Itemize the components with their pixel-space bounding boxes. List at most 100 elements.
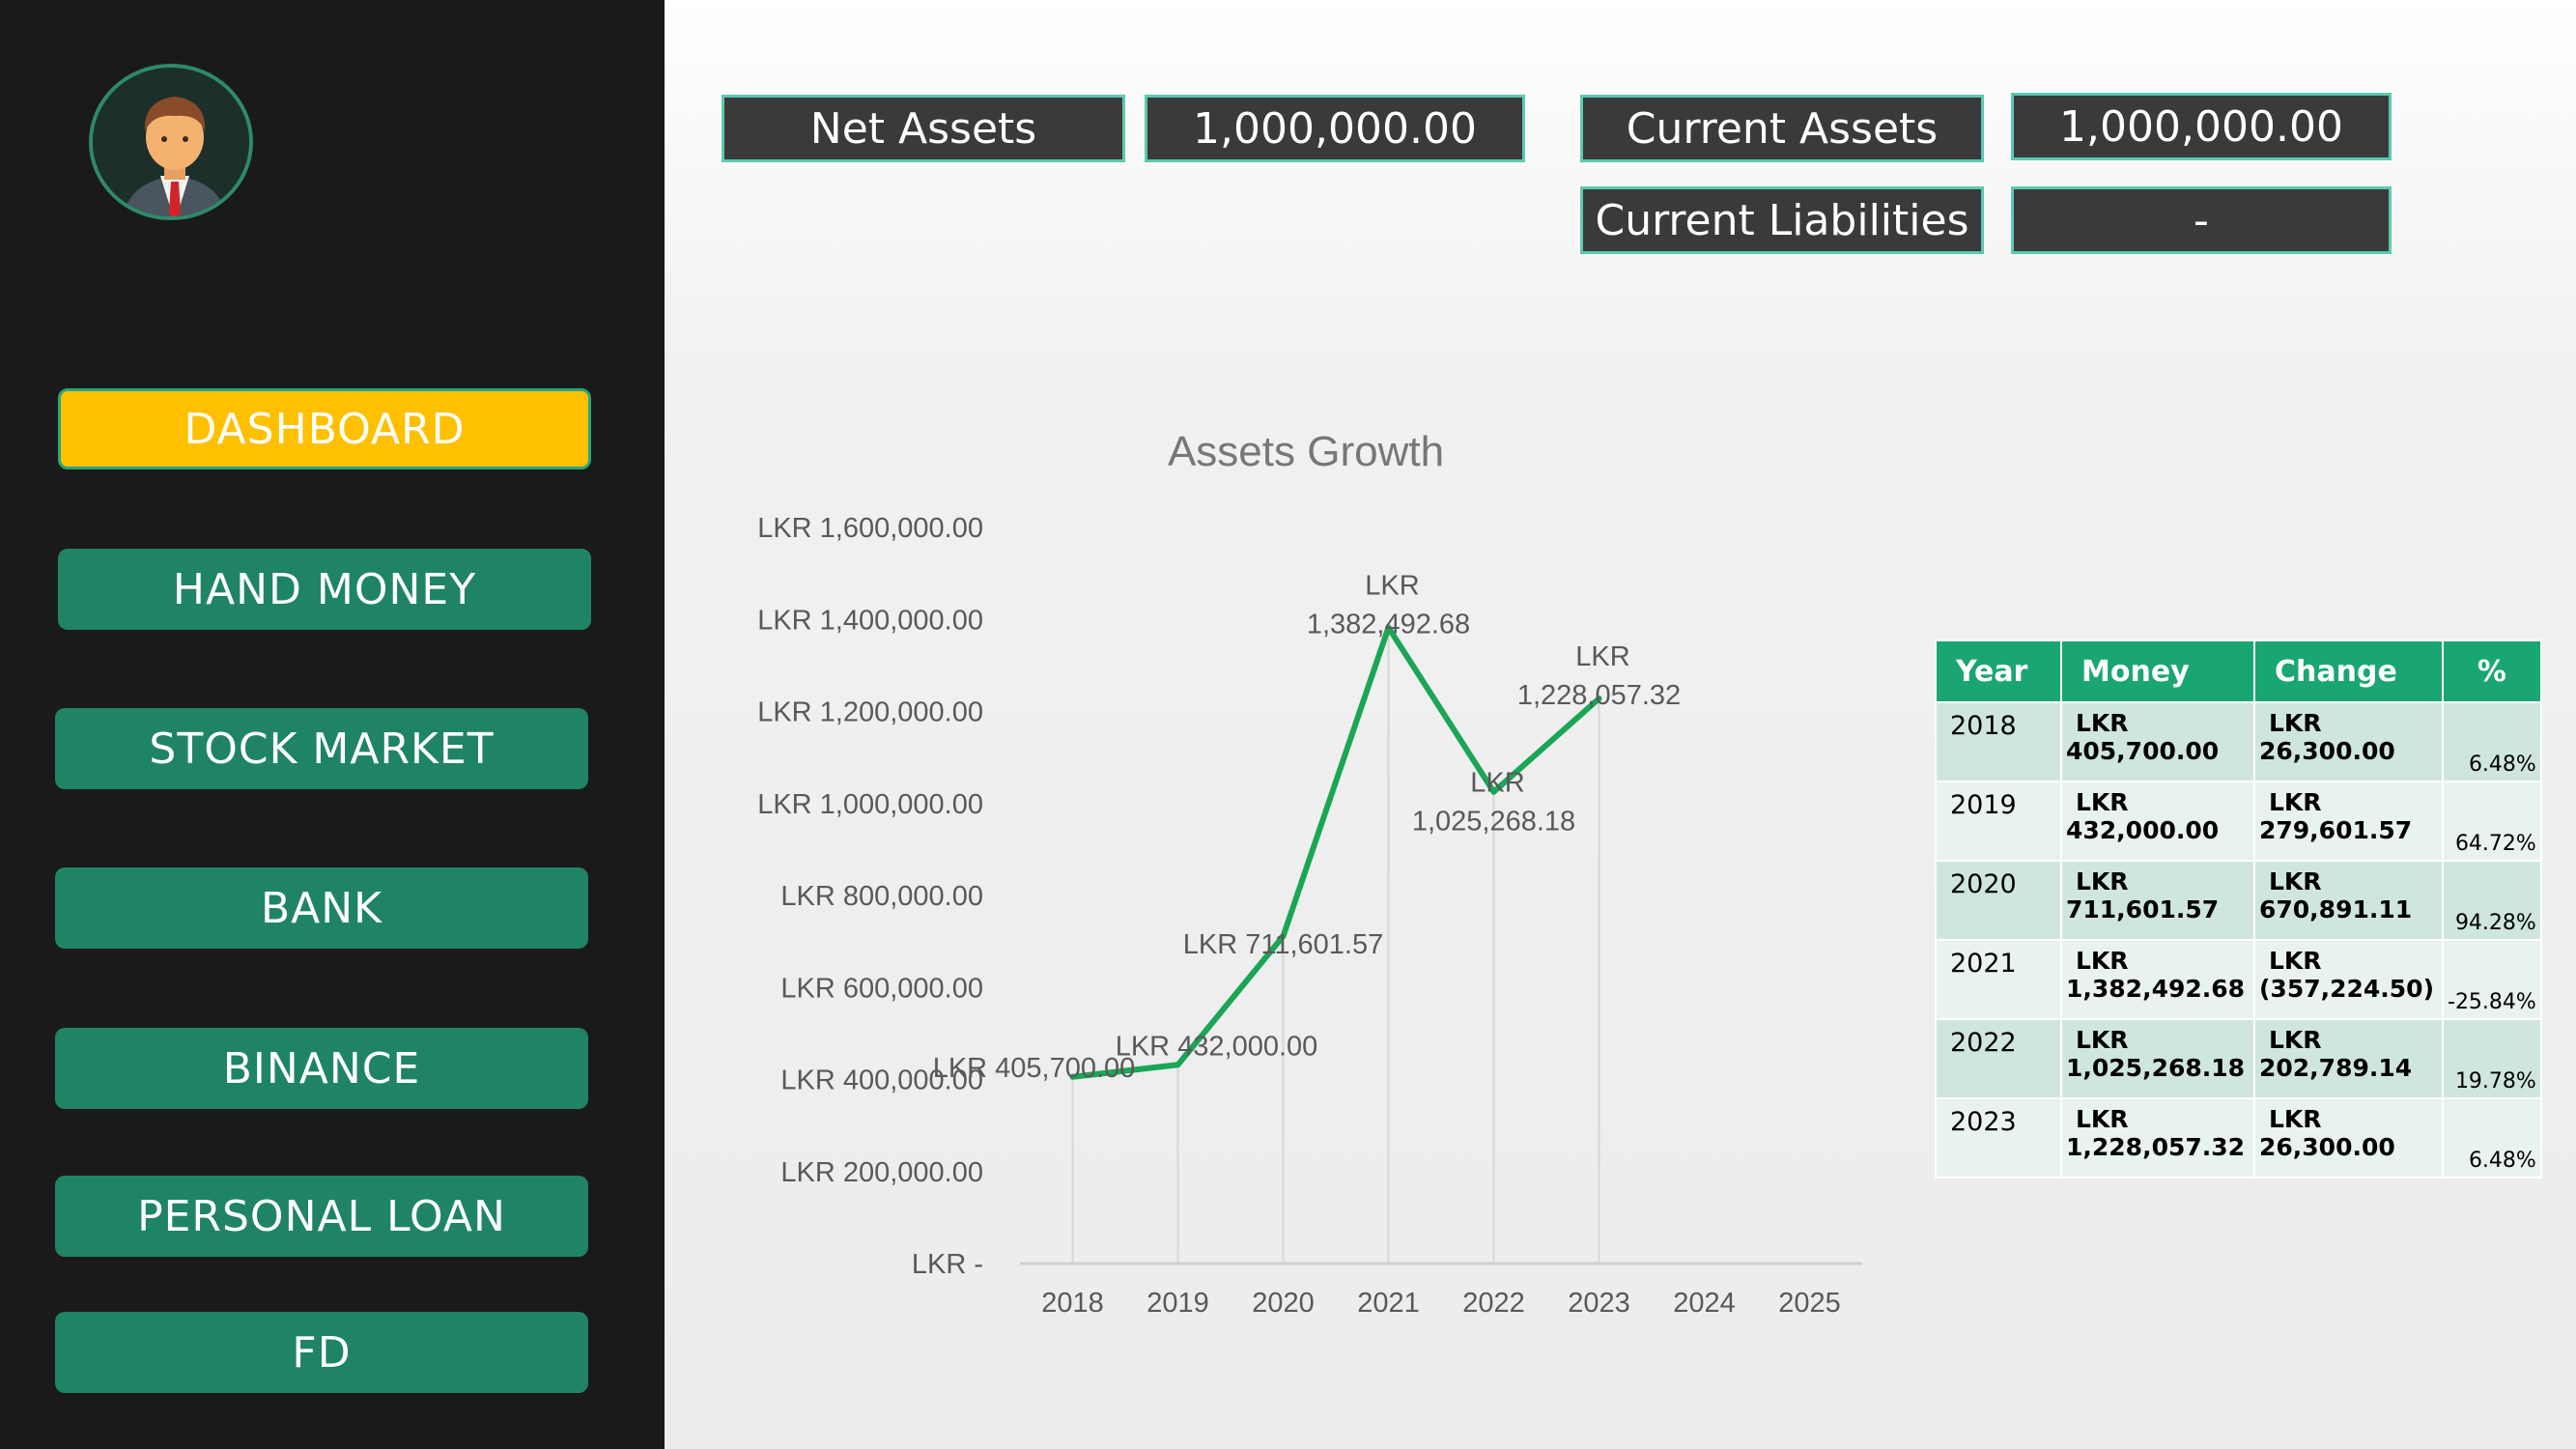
- user-avatar-icon[interactable]: [89, 64, 253, 220]
- cell-money: LKR 405,700.00: [2060, 701, 2255, 782]
- cell-money-value: 711,601.57: [2066, 895, 2220, 923]
- cell-change-value: 202,789.14: [2259, 1054, 2413, 1082]
- cell-change-currency: LKR: [2269, 867, 2322, 895]
- cell-year: 2021: [1935, 939, 2062, 1020]
- cell-year: 2020: [1935, 860, 2062, 941]
- data-label: 1,382,492.68: [1307, 610, 1470, 640]
- cell-money-value: 1,025,268.18: [2066, 1054, 2246, 1082]
- nav-fd-button[interactable]: FD: [55, 1312, 588, 1393]
- y-tick-label: LKR 800,000.00: [780, 881, 983, 912]
- cell-pct: 94.28%: [2442, 860, 2542, 941]
- cell-change-value: 26,300.00: [2259, 1133, 2395, 1161]
- cell-change-value: 26,300.00: [2259, 737, 2395, 765]
- y-tick-label: LKR -: [912, 1249, 983, 1280]
- cell-money-currency: LKR: [2076, 1105, 2129, 1133]
- x-tick-label: 2020: [1252, 1288, 1315, 1319]
- col-money: Money: [2060, 639, 2255, 703]
- data-point: [1175, 1062, 1181, 1068]
- x-tick-label: 2025: [1778, 1288, 1841, 1319]
- y-tick-label: LKR 1,400,000.00: [757, 605, 983, 636]
- assets-table: Year Money Change % 2018 LKR 405,700.00 LKR…: [1935, 639, 2542, 1179]
- cell-money-currency: LKR: [2076, 788, 2129, 816]
- y-tick-label: LKR 1,200,000.00: [757, 697, 983, 728]
- net-assets-label: Net Assets: [722, 95, 1125, 162]
- cell-pct: 19.78%: [2442, 1018, 2542, 1099]
- nav-binance-button[interactable]: BINANCE: [55, 1028, 588, 1109]
- chart-title: Assets Growth: [1168, 428, 1444, 475]
- cell-change: LKR 279,601.57: [2253, 781, 2444, 862]
- cell-pct: 6.48%: [2442, 701, 2542, 782]
- y-tick-label: LKR 600,000.00: [780, 973, 983, 1004]
- cell-change-currency: LKR: [2269, 947, 2322, 975]
- nav-personal-loan-button[interactable]: PERSONAL LOAN: [55, 1176, 588, 1257]
- cell-pct: -25.84%: [2442, 939, 2542, 1020]
- cell-money-currency: LKR: [2076, 867, 2129, 895]
- cell-change-value: 670,891.11: [2259, 895, 2413, 923]
- cell-change: LKR 26,300.00: [2253, 1097, 2444, 1179]
- data-label: LKR: [1365, 571, 1419, 602]
- cell-money-currency: LKR: [2076, 1026, 2129, 1054]
- cell-money-value: 432,000.00: [2066, 816, 2220, 844]
- cell-change-currency: LKR: [2269, 709, 2322, 737]
- cell-year: 2023: [1935, 1097, 2062, 1179]
- y-tick-label: LKR 1,600,000.00: [757, 513, 983, 544]
- x-tick-label: 2018: [1041, 1288, 1104, 1319]
- cell-year: 2019: [1935, 781, 2062, 862]
- table-header-row: Year Money Change %: [1935, 639, 2542, 703]
- cell-change-value: (357,224.50): [2259, 975, 2435, 1003]
- cell-change-currency: LKR: [2269, 1105, 2322, 1133]
- cell-money: LKR 711,601.57: [2060, 860, 2255, 941]
- cell-money: LKR 1,382,492.68: [2060, 939, 2255, 1020]
- data-label: LKR 405,700.00: [933, 1053, 1136, 1084]
- x-tick-label: 2021: [1357, 1288, 1420, 1319]
- sidebar: DASHBOARD HAND MONEY STOCK MARKET BANK B…: [0, 0, 665, 1449]
- x-tick-label: 2023: [1568, 1288, 1630, 1319]
- cell-change: LKR 670,891.11: [2253, 860, 2444, 941]
- data-label: LKR 711,601.57: [1183, 929, 1383, 960]
- nav-stock-market-button[interactable]: STOCK MARKET: [55, 708, 588, 789]
- x-tick-label: 2019: [1146, 1288, 1209, 1319]
- nav-bank-button[interactable]: BANK: [55, 867, 588, 949]
- col-year: Year: [1935, 639, 2062, 703]
- data-label: LKR: [1470, 768, 1524, 799]
- cell-money-currency: LKR: [2076, 947, 2129, 975]
- assets-growth-chart: Assets GrowthLKR -LKR 200,000.00LKR 400,…: [757, 428, 1862, 1319]
- nav-hand-money-button[interactable]: HAND MONEY: [58, 549, 591, 630]
- x-tick-label: 2022: [1462, 1288, 1525, 1319]
- cell-change-currency: LKR: [2269, 1026, 2322, 1054]
- nav-dashboard-button[interactable]: DASHBOARD: [58, 388, 591, 469]
- current-assets-label: Current Assets: [1580, 95, 1984, 162]
- cell-money-value: 405,700.00: [2066, 737, 2220, 765]
- x-tick-label: 2024: [1673, 1288, 1736, 1319]
- net-assets-value: 1,000,000.00: [1145, 95, 1525, 162]
- table-row: 2022 LKR 1,025,268.18 LKR 202,789.14 19.78%: [1935, 1018, 2542, 1099]
- current-liabilities-value: -: [2011, 186, 2392, 254]
- cell-pct: 64.72%: [2442, 781, 2542, 862]
- table-row: 2021 LKR 1,382,492.68 LKR (357,224.50) -25.84…: [1935, 939, 2542, 1020]
- y-tick-label: LKR 200,000.00: [780, 1157, 983, 1188]
- cell-change: LKR 26,300.00: [2253, 701, 2444, 782]
- y-tick-label: LKR 1,000,000.00: [757, 789, 983, 820]
- table-row: 2020 LKR 711,601.57 LKR 670,891.11 94.28%: [1935, 860, 2542, 941]
- col-change: Change: [2253, 639, 2444, 703]
- data-label: 1,228,057.32: [1517, 680, 1681, 711]
- data-label: LKR: [1575, 641, 1629, 672]
- current-assets-value: 1,000,000.00: [2011, 93, 2392, 160]
- cell-change: LKR (357,224.50): [2253, 939, 2444, 1020]
- data-label: LKR 432,000.00: [1116, 1031, 1318, 1062]
- cell-change-value: 279,601.57: [2259, 816, 2413, 844]
- cell-money: LKR 1,025,268.18: [2060, 1018, 2255, 1099]
- cell-money-value: 1,228,057.32: [2066, 1133, 2246, 1161]
- cell-pct: 6.48%: [2442, 1097, 2542, 1179]
- table-row: 2023 LKR 1,228,057.32 LKR 26,300.00 6.48%: [1935, 1097, 2542, 1179]
- cell-year: 2018: [1935, 701, 2062, 782]
- cell-money-value: 1,382,492.68: [2066, 975, 2246, 1003]
- col-pct: %: [2442, 639, 2542, 703]
- cell-money: LKR 432,000.00: [2060, 781, 2255, 862]
- cell-money-currency: LKR: [2076, 709, 2129, 737]
- table-row: 2018 LKR 405,700.00 LKR 26,300.00 6.48%: [1935, 701, 2542, 782]
- data-label: 1,025,268.18: [1412, 807, 1575, 838]
- cell-change-currency: LKR: [2269, 788, 2322, 816]
- cell-change: LKR 202,789.14: [2253, 1018, 2444, 1099]
- table-row: 2019 LKR 432,000.00 LKR 279,601.57 64.72%: [1935, 781, 2542, 862]
